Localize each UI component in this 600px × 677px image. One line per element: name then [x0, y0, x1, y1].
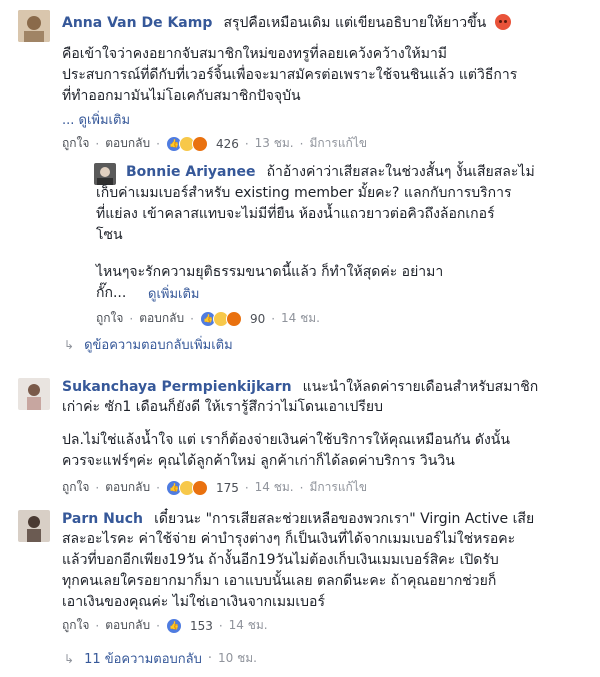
comment-actions: ถูกใจ · ตอบกลับ · 👍 90 · 14 ชม. — [96, 309, 320, 328]
reaction-count: 426 — [215, 136, 239, 151]
comment-body: สละอะไรคะ ค่าใช้จ่าย ค่าบำรุงต่างๆ ก็เป็… — [62, 531, 516, 610]
commenter-name[interactable]: Bonnie Ariyanee — [126, 164, 255, 180]
comment-text: สรุปคือเหมือนเดิม แต่เขียนอธิบายให้ยาวขึ… — [223, 15, 487, 31]
reactions[interactable]: 👍 — [199, 310, 242, 327]
comment-parn-nuch: Parn Nuch เดี๋ยวนะ "การเสียสละช่วยเหลือข… — [0, 500, 600, 640]
more-replies-label[interactable]: ดูข้อความตอบกลับเพิ่มเติม — [84, 334, 233, 355]
comment-body: เก็บค่าเมมเบอร์สำหรับ existing member มั… — [96, 185, 512, 243]
like-button[interactable]: ถูกใจ — [62, 134, 89, 153]
like-reaction-icon: 👍 — [165, 617, 182, 634]
reply-arrow-icon: ↳ — [64, 651, 75, 666]
reaction-count: 90 — [249, 311, 266, 326]
reply-button[interactable]: ตอบกลับ — [139, 309, 184, 328]
see-more-link[interactable]: ดูเพิ่มเติม — [148, 283, 199, 304]
avatar-image — [18, 510, 50, 542]
comment-time[interactable]: 14 ชม. — [255, 478, 294, 497]
like-button[interactable]: ถูกใจ — [62, 616, 89, 635]
reactions[interactable]: 👍 — [165, 479, 208, 496]
comment-actions: ถูกใจ · ตอบกลับ · 👍 426 · 13 ชม. · มีการ… — [62, 134, 367, 153]
comment-sukanchaya: Sukanchaya Permpienkijkarn แนะนำให้ลดค่า… — [0, 368, 600, 498]
see-more-link[interactable]: ... ดูเพิ่มเติม — [62, 109, 130, 130]
edited-label[interactable]: มีการแก้ไข — [309, 134, 367, 153]
comment-time[interactable]: 14 ชม. — [229, 616, 268, 635]
replies-time[interactable]: 10 ชม. — [218, 649, 257, 668]
reply-button[interactable]: ตอบกลับ — [105, 478, 150, 497]
comment-actions: ถูกใจ · ตอบกลับ · 👍 153 · 14 ชม. — [62, 616, 268, 635]
replies-count-row: ↳ 11 ข้อความตอบกลับ · 10 ชม. — [64, 648, 257, 669]
like-button[interactable]: ถูกใจ — [96, 309, 123, 328]
reactions[interactable]: 👍 — [165, 617, 182, 634]
comment-text: ถ้าอ้างค่าว่าเสียสละในช่วงสั้นๆ งั้นเสีย… — [266, 164, 535, 180]
like-button[interactable]: ถูกใจ — [62, 478, 89, 497]
angry-reaction-icon — [191, 479, 208, 496]
commenter-name[interactable]: Sukanchaya Permpienkijkarn — [62, 379, 292, 395]
comment-text: แนะนำให้ลดค่ารายเดือนสำหรับสมาชิก — [302, 379, 539, 395]
comment-time[interactable]: 14 ชม. — [281, 309, 320, 328]
reactions[interactable]: 👍 — [165, 135, 208, 152]
avatar[interactable] — [18, 510, 50, 542]
reply-button[interactable]: ตอบกลับ — [105, 616, 150, 635]
reaction-count: 153 — [189, 618, 213, 633]
angry-reaction-icon — [191, 135, 208, 152]
angry-reaction-icon — [225, 310, 242, 327]
edited-label[interactable]: มีการแก้ไข — [309, 478, 367, 497]
avatar-image — [18, 378, 50, 410]
angry-emoji-icon — [495, 14, 512, 30]
commenter-name[interactable]: Parn Nuch — [62, 511, 143, 527]
comment-anna: Anna Van De Kamp สรุปคือเหมือนเดิม แต่เข… — [0, 0, 600, 155]
avatar-image — [94, 163, 116, 185]
separator-dot: · — [207, 651, 213, 666]
comment-body: เก่าค่ะ ซัก1 เดือนก็ยังดี ให้เรารู้สึกว่… — [62, 399, 383, 415]
reply-arrow-icon: ↳ — [64, 337, 75, 352]
comment-time[interactable]: 13 ชม. — [255, 134, 294, 153]
comment-body: คือเข้าใจว่าคงอยากจับสมาชิกใหม่ของทรูที่… — [62, 46, 518, 104]
comment-body-2: ปล.ไม่ใช่แล้งน้ำใจ แต่ เราก็ต้องจ่ายเงิน… — [62, 432, 510, 469]
commenter-name[interactable]: Anna Van De Kamp — [62, 15, 212, 31]
comment-actions: ถูกใจ · ตอบกลับ · 👍 175 · 14 ชม. · มีการ… — [62, 478, 367, 497]
avatar[interactable] — [18, 10, 50, 42]
more-replies-link[interactable]: ↳ ดูข้อความตอบกลับเพิ่มเติม — [64, 334, 233, 355]
replies-count-link[interactable]: 11 ข้อความตอบกลับ — [84, 648, 202, 669]
comment-text: เดี๋ยวนะ "การเสียสละช่วยเหลือของพวกเรา" … — [154, 511, 535, 527]
avatar-image — [18, 10, 50, 42]
avatar[interactable] — [18, 378, 50, 410]
reaction-count: 175 — [215, 480, 239, 495]
reply-bonnie: Bonnie Ariyanee ถ้าอ้างค่าว่าเสียสละในช่… — [0, 158, 600, 328]
reply-button[interactable]: ตอบกลับ — [105, 134, 150, 153]
avatar[interactable] — [94, 163, 116, 185]
